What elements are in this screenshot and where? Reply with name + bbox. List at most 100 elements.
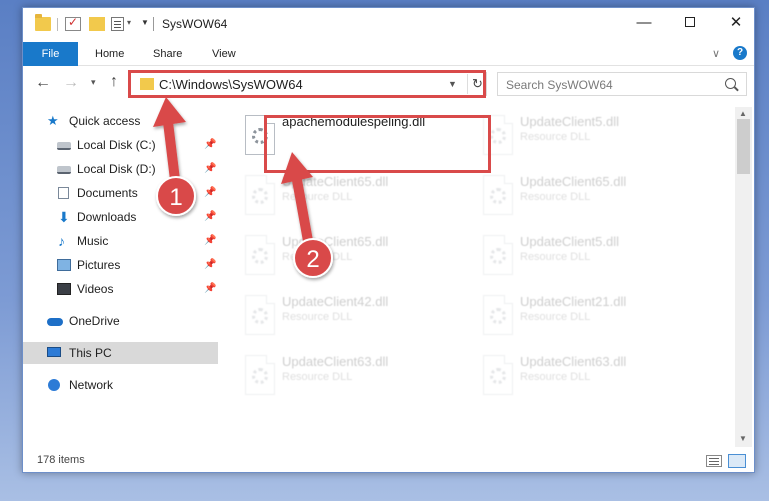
- music-icon: ♪: [58, 233, 65, 249]
- minimize-button[interactable]: —: [621, 8, 667, 38]
- pictures-icon: [57, 259, 71, 271]
- properties-icon[interactable]: [111, 17, 124, 31]
- large-icons-view-icon[interactable]: [728, 454, 746, 468]
- forward-arrow-icon[interactable]: →: [63, 74, 79, 92]
- sidebar-item-quick-access[interactable]: ★ Quick access: [47, 110, 217, 132]
- pin-icon[interactable]: 📌: [204, 134, 216, 156]
- pin-icon[interactable]: 📌: [204, 206, 216, 228]
- help-icon[interactable]: ?: [733, 46, 747, 60]
- tab-view[interactable]: View: [212, 42, 236, 66]
- file-item[interactable]: UpdateClient5.dll Resource DLL: [471, 111, 706, 163]
- toolbar-divider: [57, 18, 58, 31]
- drive-icon: [57, 142, 71, 150]
- dll-file-icon: [483, 355, 513, 395]
- cloud-icon: [47, 318, 63, 326]
- gear-icon: [252, 248, 268, 264]
- sidebar-item-network[interactable]: Network: [47, 374, 217, 396]
- close-button[interactable]: ✕: [713, 8, 754, 38]
- file-name: UpdateClient63.dll: [520, 354, 627, 369]
- tab-share[interactable]: Share: [153, 42, 182, 66]
- star-icon: ★: [47, 113, 59, 128]
- dll-file-icon: [245, 175, 275, 215]
- search-input[interactable]: Search SysWOW64: [506, 78, 613, 92]
- file-highlight-box: [264, 115, 491, 173]
- tab-file[interactable]: File: [23, 42, 78, 66]
- up-arrow-icon[interactable]: ↑: [110, 73, 118, 91]
- file-item[interactable]: UpdateClient63.dll Resource DLL: [233, 351, 468, 403]
- recent-locations-icon[interactable]: ▾: [91, 77, 96, 88]
- pin-icon[interactable]: 📌: [204, 278, 216, 300]
- downloads-icon: ⬇: [58, 209, 70, 225]
- file-item[interactable]: UpdateClient42.dll Resource DLL: [233, 291, 468, 343]
- status-bar: 178 items: [23, 448, 754, 472]
- documents-icon: [58, 187, 69, 199]
- search-icon[interactable]: [725, 78, 736, 89]
- sidebar-item-videos[interactable]: Videos 📌: [57, 278, 217, 300]
- dll-file-icon: [483, 295, 513, 335]
- file-item[interactable]: UpdateClient5.dll Resource DLL: [471, 231, 706, 283]
- gear-icon: [490, 368, 506, 384]
- file-type: Resource DLL: [520, 371, 591, 383]
- customize-toolbar-icon[interactable]: ▼: [141, 18, 149, 27]
- sidebar-item-label: Local Disk (C:): [77, 138, 156, 152]
- file-type: Resource DLL: [282, 191, 353, 203]
- pin-icon[interactable]: 📌: [204, 254, 216, 276]
- expand-ribbon-icon[interactable]: ∨: [712, 47, 720, 60]
- sidebar-item-documents[interactable]: Documents 📌: [57, 182, 217, 204]
- properties-check-icon[interactable]: [65, 15, 81, 31]
- file-item[interactable]: UpdateClient65.dll Resource DLL: [233, 231, 468, 283]
- search-box[interactable]: Search SysWOW64: [497, 72, 747, 96]
- gear-icon: [252, 368, 268, 384]
- sidebar-item-onedrive[interactable]: OneDrive: [47, 310, 217, 332]
- file-type: Resource DLL: [520, 311, 591, 323]
- gear-icon: [490, 248, 506, 264]
- pin-icon[interactable]: 📌: [204, 158, 216, 180]
- sidebar-item-label: Network: [69, 378, 114, 392]
- drive-icon: [57, 166, 71, 174]
- sidebar-item-local-disk-d[interactable]: Local Disk (D:) 📌: [57, 158, 217, 180]
- details-view-icon[interactable]: [706, 455, 722, 467]
- videos-icon: [57, 283, 71, 295]
- file-item[interactable]: UpdateClient63.dll Resource DLL: [471, 351, 706, 403]
- file-name: UpdateClient5.dll: [520, 234, 620, 249]
- tab-home[interactable]: Home: [95, 42, 124, 66]
- sidebar-item-local-disk-c[interactable]: Local Disk (C:) 📌: [57, 134, 217, 156]
- file-type: Resource DLL: [520, 131, 591, 143]
- sidebar-item-music[interactable]: ♪ Music 📌: [57, 230, 217, 252]
- chevron-down-icon[interactable]: ▾: [127, 18, 131, 27]
- file-item[interactable]: UpdateClient65.dll Resource DLL: [471, 171, 706, 223]
- sidebar-item-label: Pictures: [77, 258, 121, 272]
- file-name: UpdateClient65.dll: [282, 234, 389, 249]
- file-item[interactable]: UpdateClient65.dll Resource DLL: [233, 171, 468, 223]
- new-folder-icon[interactable]: [89, 17, 105, 31]
- scroll-up-icon[interactable]: ▲: [739, 109, 747, 118]
- file-name: UpdateClient65.dll: [520, 174, 627, 189]
- sidebar-item-label: OneDrive: [69, 314, 120, 328]
- gear-icon: [490, 128, 506, 144]
- pin-icon[interactable]: 📌: [204, 230, 216, 252]
- file-item[interactable]: UpdateClient21.dll Resource DLL: [471, 291, 706, 343]
- dll-file-icon: [483, 235, 513, 275]
- vertical-scrollbar[interactable]: ▲ ▼: [735, 107, 752, 447]
- sidebar-item-label: Local Disk (D:): [77, 162, 156, 176]
- maximize-icon: [685, 17, 695, 27]
- dll-file-icon: [245, 235, 275, 275]
- pin-icon[interactable]: 📌: [204, 182, 216, 204]
- sidebar-item-label: Documents: [77, 186, 138, 200]
- item-count: 178 items: [37, 454, 85, 466]
- ribbon-tabs: File Home Share View ∨ ?: [23, 42, 754, 66]
- scroll-thumb[interactable]: [737, 119, 750, 174]
- maximize-button[interactable]: [667, 8, 713, 38]
- sidebar-item-pictures[interactable]: Pictures 📌: [57, 254, 217, 276]
- file-name: UpdateClient63.dll: [282, 354, 389, 369]
- gear-icon: [252, 308, 268, 324]
- sidebar-item-this-pc[interactable]: This PC: [23, 342, 218, 364]
- address-highlight-box: [128, 70, 486, 98]
- file-name: UpdateClient65.dll: [282, 174, 389, 189]
- gear-icon: [252, 188, 268, 204]
- window-title: SysWOW64: [162, 17, 228, 31]
- sidebar-item-downloads[interactable]: ⬇ Downloads 📌: [57, 206, 217, 228]
- scroll-down-icon[interactable]: ▼: [739, 434, 747, 443]
- back-arrow-icon[interactable]: ←: [35, 74, 51, 92]
- navigation-pane: ★ Quick access Local Disk (C:) 📌 Local D…: [23, 107, 218, 447]
